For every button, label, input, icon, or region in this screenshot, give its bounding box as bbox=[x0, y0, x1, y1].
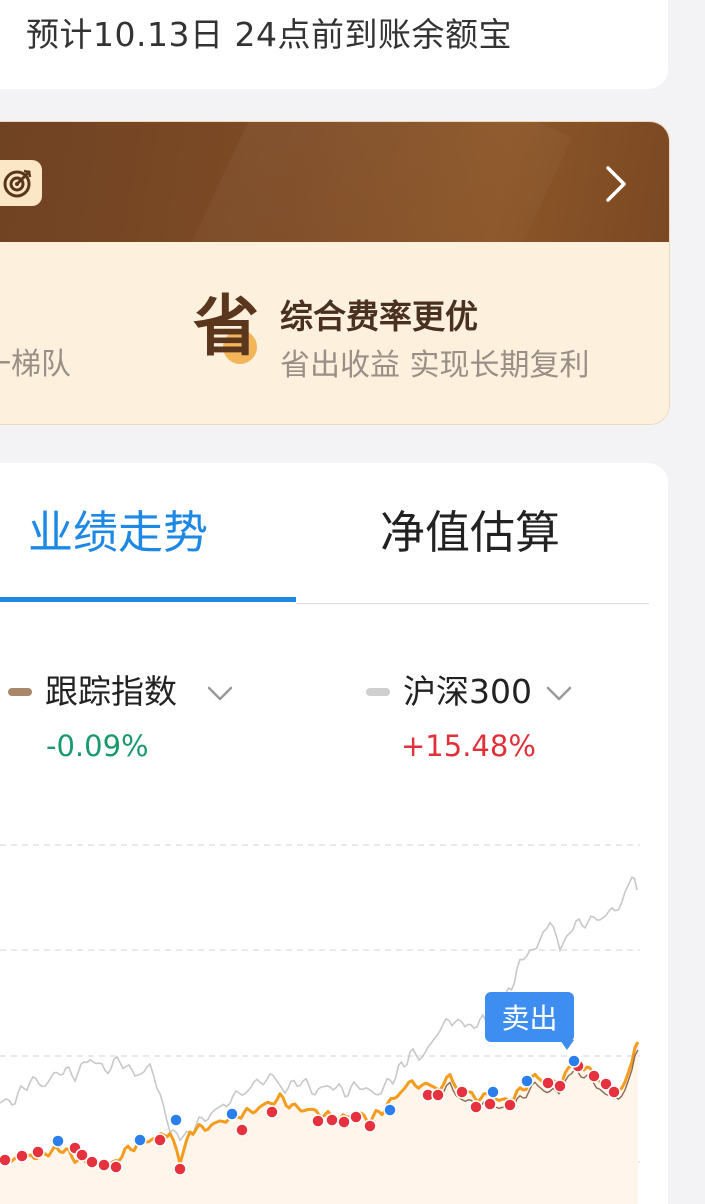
sell-marker bbox=[567, 1054, 581, 1068]
buy-marker bbox=[31, 1145, 45, 1159]
buy-marker bbox=[153, 1133, 167, 1147]
buy-marker bbox=[0, 1153, 12, 1167]
promo-chevron-button[interactable] bbox=[596, 164, 636, 204]
buy-marker bbox=[311, 1114, 325, 1128]
buy-marker bbox=[349, 1110, 363, 1124]
sell-tag-pointer bbox=[560, 1040, 574, 1050]
buy-marker bbox=[265, 1105, 279, 1119]
performance-chart bbox=[0, 844, 640, 1204]
sell-marker bbox=[520, 1074, 534, 1088]
sell-marker bbox=[133, 1133, 147, 1147]
active-tab-indicator bbox=[0, 597, 296, 602]
sell-marker bbox=[383, 1103, 397, 1117]
sell-marker bbox=[225, 1107, 239, 1121]
ladder-text: 一梯队 bbox=[0, 347, 71, 382]
promo-banner[interactable]: 一梯队 省 综合费率更优 省出收益 实现长期复利 bbox=[0, 121, 670, 425]
buy-marker bbox=[337, 1115, 351, 1129]
buy-marker bbox=[85, 1155, 99, 1169]
buy-marker bbox=[15, 1149, 29, 1163]
buy-marker bbox=[325, 1113, 339, 1127]
buy-marker bbox=[431, 1088, 445, 1102]
buy-marker bbox=[235, 1123, 249, 1137]
buy-marker bbox=[541, 1076, 555, 1090]
chevron-right-icon bbox=[606, 166, 626, 202]
promo-body: 一梯队 省 综合费率更优 省出收益 实现长期复利 bbox=[0, 242, 669, 424]
sell-tag[interactable]: 卖出 bbox=[485, 992, 574, 1042]
buy-marker bbox=[553, 1079, 567, 1093]
sell-marker bbox=[51, 1134, 65, 1148]
legend-value-csi300: +15.48% bbox=[401, 729, 536, 763]
tab-performance[interactable]: 业绩走势 bbox=[28, 505, 208, 561]
save-glyph: 省 bbox=[193, 288, 259, 365]
tab-divider bbox=[296, 603, 649, 604]
legend-value-tracking: -0.09% bbox=[46, 729, 149, 763]
legend-swatch-tracking bbox=[8, 688, 32, 696]
target-icon bbox=[3, 169, 32, 198]
buy-marker bbox=[503, 1098, 517, 1112]
save-icon: 省 bbox=[193, 288, 263, 366]
target-badge bbox=[0, 160, 42, 206]
benefit-subtitle: 省出收益 实现长期复利 bbox=[280, 348, 590, 383]
chevron-down-icon[interactable] bbox=[206, 684, 234, 704]
arrival-time-text: 预计10.13日 24点前到账余额宝 bbox=[26, 15, 512, 54]
sell-marker bbox=[486, 1085, 500, 1099]
tab-nav-estimate[interactable]: 净值估算 bbox=[380, 505, 560, 561]
legend-swatch-csi300 bbox=[366, 688, 390, 696]
chevron-down-icon[interactable] bbox=[545, 684, 573, 704]
benefit-title: 综合费率更优 bbox=[280, 297, 478, 336]
sell-marker bbox=[169, 1113, 183, 1127]
buy-marker bbox=[97, 1158, 111, 1172]
fund-detail-page: 预计10.13日 24点前到账余额宝 一梯队 bbox=[0, 0, 705, 1204]
legend-label-csi300[interactable]: 沪深300 bbox=[403, 672, 532, 712]
promo-header bbox=[0, 122, 669, 374]
legend-label-tracking[interactable]: 跟踪指数 bbox=[45, 672, 177, 712]
buy-marker bbox=[173, 1162, 187, 1176]
buy-marker bbox=[469, 1100, 483, 1114]
buy-marker bbox=[363, 1119, 377, 1133]
buy-marker bbox=[587, 1069, 601, 1083]
buy-marker bbox=[607, 1085, 621, 1099]
arrival-info-card: 预计10.13日 24点前到账余额宝 bbox=[0, 0, 668, 89]
buy-marker bbox=[483, 1097, 497, 1111]
buy-marker bbox=[109, 1160, 123, 1174]
buy-marker bbox=[455, 1085, 469, 1099]
